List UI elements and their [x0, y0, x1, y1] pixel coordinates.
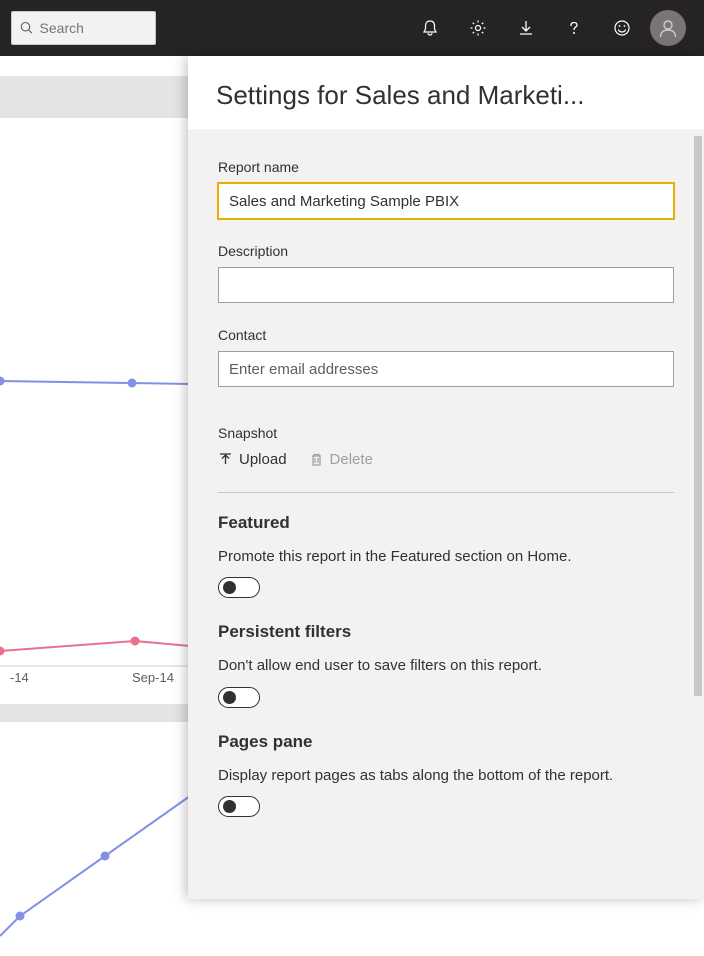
delete-icon — [309, 452, 324, 467]
user-icon — [657, 17, 679, 39]
description-input[interactable] — [218, 267, 674, 303]
featured-section: Featured Promote this report in the Feat… — [218, 513, 674, 598]
line-chart-3 — [0, 736, 190, 956]
snapshot-group: Snapshot Upload Delete — [218, 425, 674, 468]
upload-icon — [218, 452, 233, 467]
scrollbar[interactable] — [694, 136, 702, 696]
pages-pane-toggle[interactable] — [218, 796, 260, 817]
panel-title: Settings for Sales and Marketi... — [216, 80, 676, 111]
divider — [218, 492, 674, 493]
persistent-filters-desc: Don't allow end user to save filters on … — [218, 656, 674, 676]
description-group: Description — [218, 243, 674, 303]
avatar[interactable] — [650, 10, 686, 46]
report-name-label: Report name — [218, 159, 674, 175]
axis-label: Sep-14 — [132, 670, 174, 685]
download-button[interactable] — [502, 4, 550, 52]
line-chart-1 — [0, 316, 190, 436]
axis-label: -14 — [10, 670, 29, 685]
bell-icon — [421, 19, 439, 37]
search-box[interactable] — [11, 11, 156, 45]
panel-body: Report name Description Contact Snapshot… — [188, 129, 704, 899]
download-icon — [517, 19, 535, 37]
help-button[interactable] — [550, 4, 598, 52]
contact-group: Contact — [218, 327, 674, 387]
persistent-filters-toggle[interactable] — [218, 687, 260, 708]
pages-pane-title: Pages pane — [218, 732, 674, 752]
topbar — [0, 0, 704, 56]
persistent-filters-title: Persistent filters — [218, 622, 674, 642]
pages-pane-section: Pages pane Display report pages as tabs … — [218, 732, 674, 817]
snapshot-label: Snapshot — [218, 425, 674, 441]
report-name-input[interactable] — [218, 183, 674, 219]
feedback-button[interactable] — [598, 4, 646, 52]
featured-desc: Promote this report in the Featured sect… — [218, 547, 674, 567]
help-icon — [565, 19, 583, 37]
notifications-button[interactable] — [406, 4, 454, 52]
report-name-group: Report name — [218, 159, 674, 219]
snapshot-delete-button: Delete — [309, 451, 373, 468]
featured-toggle[interactable] — [218, 577, 260, 598]
gear-icon — [469, 19, 487, 37]
persistent-filters-section: Persistent filters Don't allow end user … — [218, 622, 674, 707]
settings-panel: Settings for Sales and Marketi... Report… — [188, 56, 704, 899]
contact-label: Contact — [218, 327, 674, 343]
pages-pane-desc: Display report pages as tabs along the b… — [218, 766, 674, 786]
upload-label: Upload — [239, 451, 287, 468]
smile-icon — [613, 19, 631, 37]
snapshot-upload-button[interactable]: Upload — [218, 451, 287, 468]
topbar-icons — [406, 4, 686, 52]
search-input[interactable] — [40, 20, 147, 36]
description-label: Description — [218, 243, 674, 259]
chart-strip — [0, 704, 190, 722]
featured-title: Featured — [218, 513, 674, 533]
settings-button[interactable] — [454, 4, 502, 52]
contact-input[interactable] — [218, 351, 674, 387]
panel-header: Settings for Sales and Marketi... — [188, 56, 704, 129]
search-icon — [20, 20, 34, 36]
delete-label: Delete — [330, 451, 373, 468]
